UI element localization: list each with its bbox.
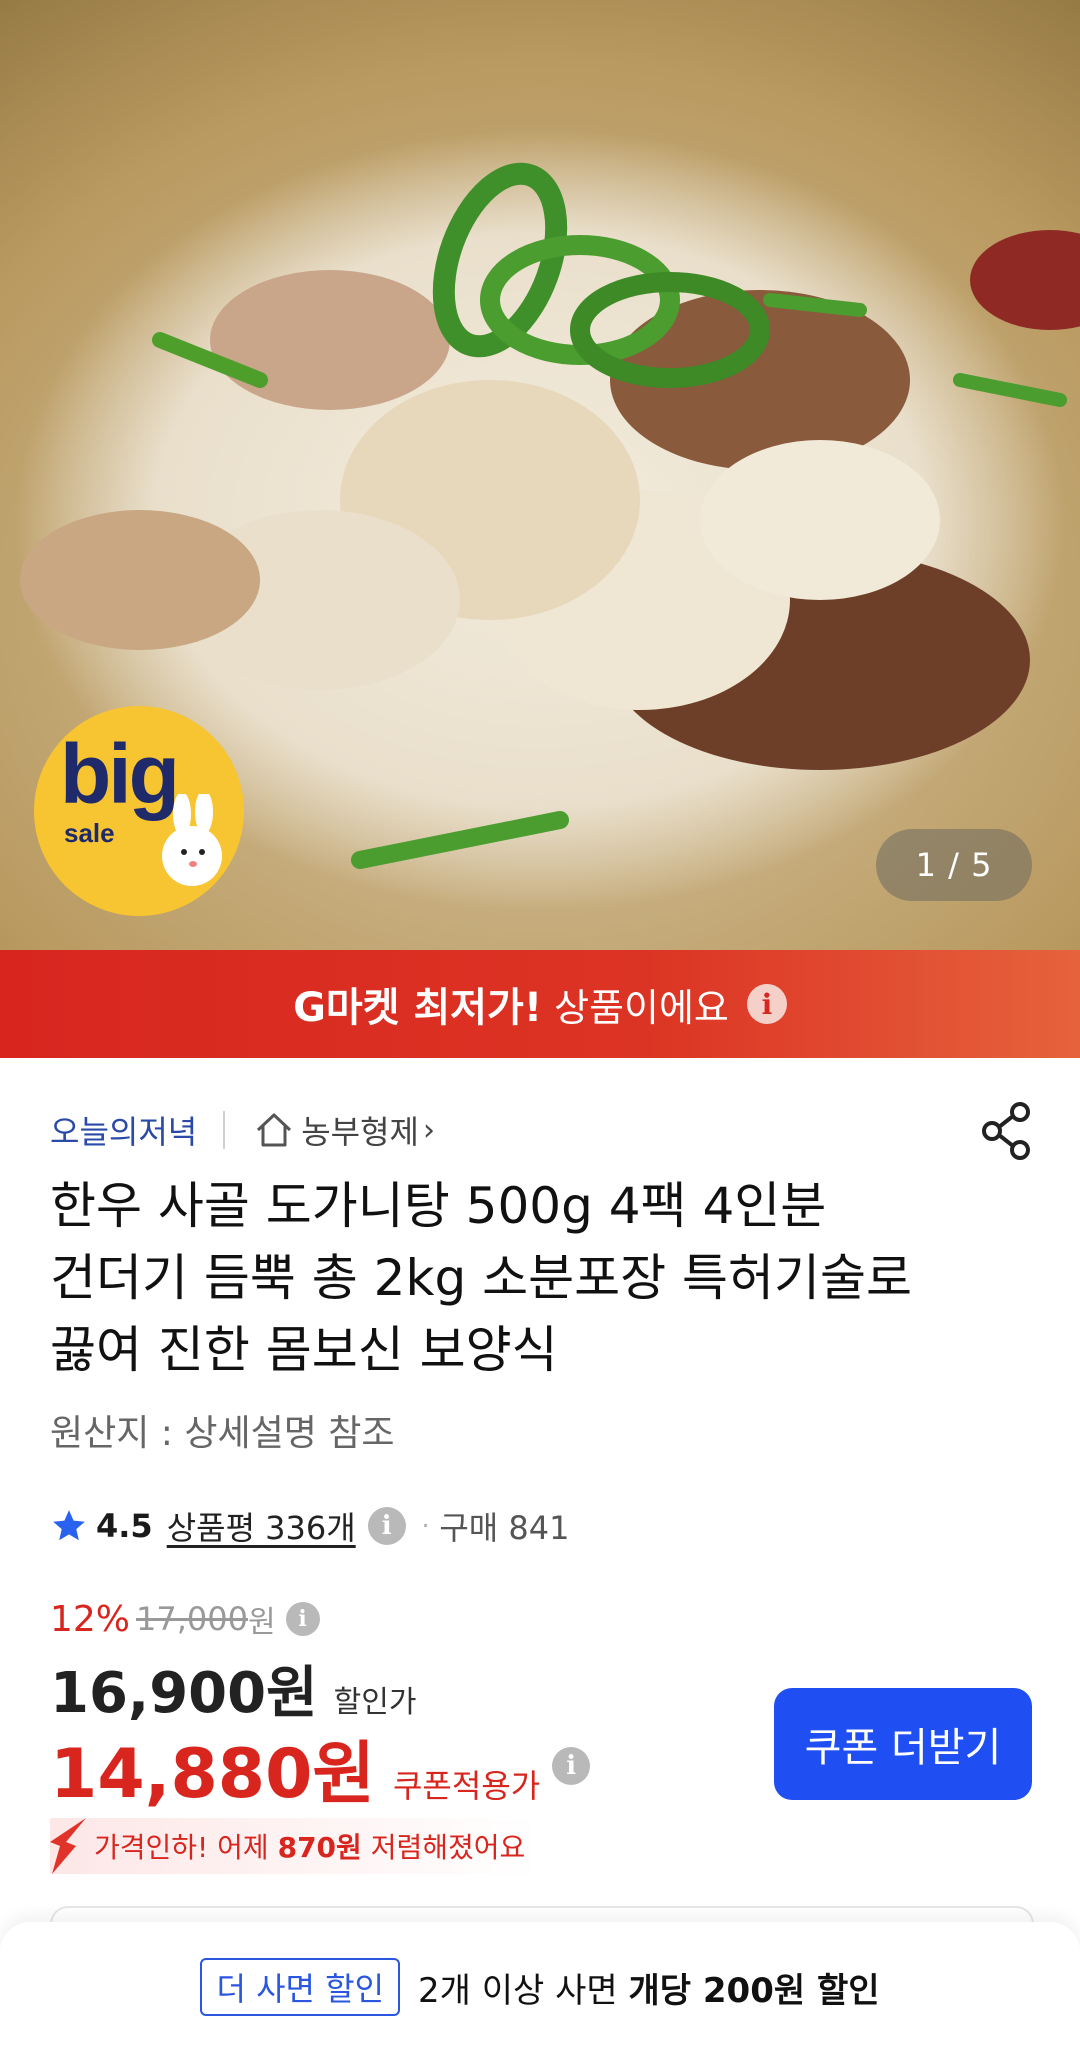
info-icon[interactable]: i <box>746 984 787 1024</box>
badge-sale-text: sale <box>64 818 115 848</box>
store-row: 오늘의저녁 농부형제 › <box>50 1106 435 1154</box>
divider <box>223 1111 226 1149</box>
chevron-right-icon: › <box>422 1112 435 1148</box>
purchase-count: 구매 841 <box>439 1509 570 1547</box>
discount-row: 12% 17,000 원 i <box>50 1596 320 1642</box>
rating-score: 4.5 <box>96 1507 153 1545</box>
home-icon <box>257 1113 292 1147</box>
big-sale-badge: big sale <box>34 706 244 916</box>
banner-text: 상품이에요 <box>554 985 729 1030</box>
bulk-discount-sheet[interactable]: 더 사면 할인 2개 이상 사면 개당 200원 할인 <box>0 1922 1080 2052</box>
sale-price-label: 할인가 <box>333 1685 417 1720</box>
price-down-arrow-icon <box>50 1818 86 1874</box>
star-icon <box>53 1510 85 1541</box>
review-count-link[interactable]: 상품평 336개 <box>167 1503 356 1549</box>
seller-link[interactable]: 농부형제 <box>301 1107 419 1153</box>
store-link[interactable]: 오늘의저녁 <box>50 1107 197 1153</box>
info-icon[interactable]: i <box>552 1747 591 1785</box>
share-icon[interactable] <box>980 1102 1034 1160</box>
sale-price: 16,900원 <box>50 1661 318 1726</box>
discount-rate: 12% <box>50 1598 131 1640</box>
info-icon[interactable]: i <box>285 1602 320 1636</box>
get-coupon-button[interactable]: 쿠폰 더받기 <box>774 1688 1032 1800</box>
original-price: 17,000 <box>136 1600 248 1638</box>
original-price-unit: 원 <box>247 1605 276 1640</box>
coupon-price-label: 쿠폰적용가 <box>392 1767 541 1805</box>
coupon-price: 14,880원 <box>50 1735 375 1814</box>
product-title: 한우 사골 도가니탕 500g 4팩 4인분 건더기 듬뿍 총 2kg 소분포장… <box>50 1177 912 1379</box>
separator-dot: · <box>421 1512 430 1540</box>
origin-text: 원산지 : 상세설명 참조 <box>50 1413 395 1454</box>
bulk-discount-tag: 더 사면 할인 <box>200 1958 401 2016</box>
image-page-indicator: 1 / 5 <box>876 829 1032 901</box>
banner-strong-text: G마켓 최저가! <box>293 985 543 1031</box>
product-image[interactable]: big sale 1 / 5 <box>0 0 1080 950</box>
bunny-icon <box>162 794 222 886</box>
price-drop-text: 가격인하! 어제 870원 저렴해졌어요 <box>94 1831 526 1864</box>
rating-row: 4.5 상품평 336개 i · 구매 841 <box>50 1500 569 1552</box>
price-drop-notice: 가격인하! 어제 870원 저렴해졌어요 <box>50 1818 540 1874</box>
lowest-price-banner[interactable]: G마켓 최저가! 상품이에요 i <box>0 950 1080 1058</box>
coupon-price-row: 14,880원 쿠폰적용가 i <box>50 1718 591 1814</box>
sale-price-row: 16,900원 할인가 <box>50 1648 417 1726</box>
bulk-discount-text: 2개 이상 사면 개당 200원 할인 <box>418 1970 880 2011</box>
info-icon[interactable]: i <box>367 1507 406 1545</box>
